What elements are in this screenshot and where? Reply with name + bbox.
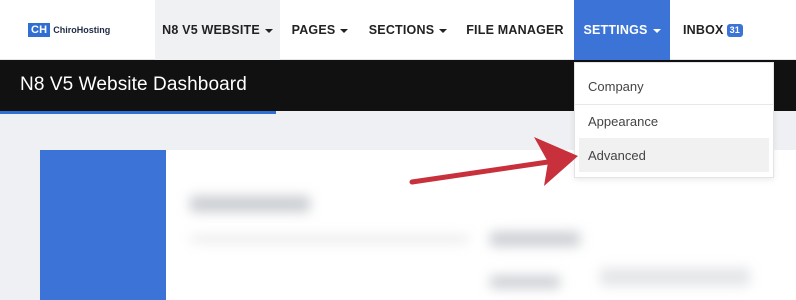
caret-down-icon [652, 28, 661, 33]
blurred-content [490, 276, 560, 288]
nav-file-manager-label: FILE MANAGER [466, 23, 564, 37]
nav-inbox[interactable]: INBOX 31 [672, 0, 754, 60]
nav-inbox-label: INBOX [682, 23, 724, 37]
nav-file-manager[interactable]: FILE MANAGER [458, 0, 572, 60]
nav-website-menu[interactable]: N8 V5 WEBSITE [155, 0, 280, 60]
nav-website-label: N8 V5 WEBSITE [162, 23, 260, 37]
blurred-content [600, 268, 750, 286]
title-accent-underline [0, 111, 276, 114]
logo-mark: CH [28, 23, 51, 37]
caret-down-icon [264, 28, 273, 33]
nav-settings-label: SETTINGS [583, 23, 648, 37]
top-navbar: CH ChiroHosting N8 V5 WEBSITE PAGES SECT… [0, 0, 796, 60]
settings-dropdown: Company Appearance Advanced [574, 62, 774, 178]
settings-menu-advanced[interactable]: Advanced [579, 138, 769, 172]
settings-menu-appearance[interactable]: Appearance [579, 104, 769, 138]
blurred-content [490, 232, 580, 246]
settings-menu-company[interactable]: Company [579, 69, 769, 103]
caret-down-icon [439, 28, 448, 33]
nav-sections-label: SECTIONS [368, 23, 435, 37]
blurred-content [190, 236, 470, 242]
dashboard-card-accent [40, 150, 166, 300]
page-title: N8 V5 Website Dashboard [20, 74, 247, 95]
caret-down-icon [340, 28, 349, 33]
blurred-content [190, 196, 310, 212]
nav-settings-menu[interactable]: SETTINGS [574, 0, 670, 60]
nav-pages-label: PAGES [291, 23, 336, 37]
chirohosting-logo[interactable]: CH ChiroHosting [28, 23, 110, 37]
nav-pages-menu[interactable]: PAGES [282, 0, 358, 60]
logo-text: ChiroHosting [53, 25, 111, 35]
inbox-count-badge: 31 [726, 23, 743, 37]
nav-sections-menu[interactable]: SECTIONS [360, 0, 456, 60]
